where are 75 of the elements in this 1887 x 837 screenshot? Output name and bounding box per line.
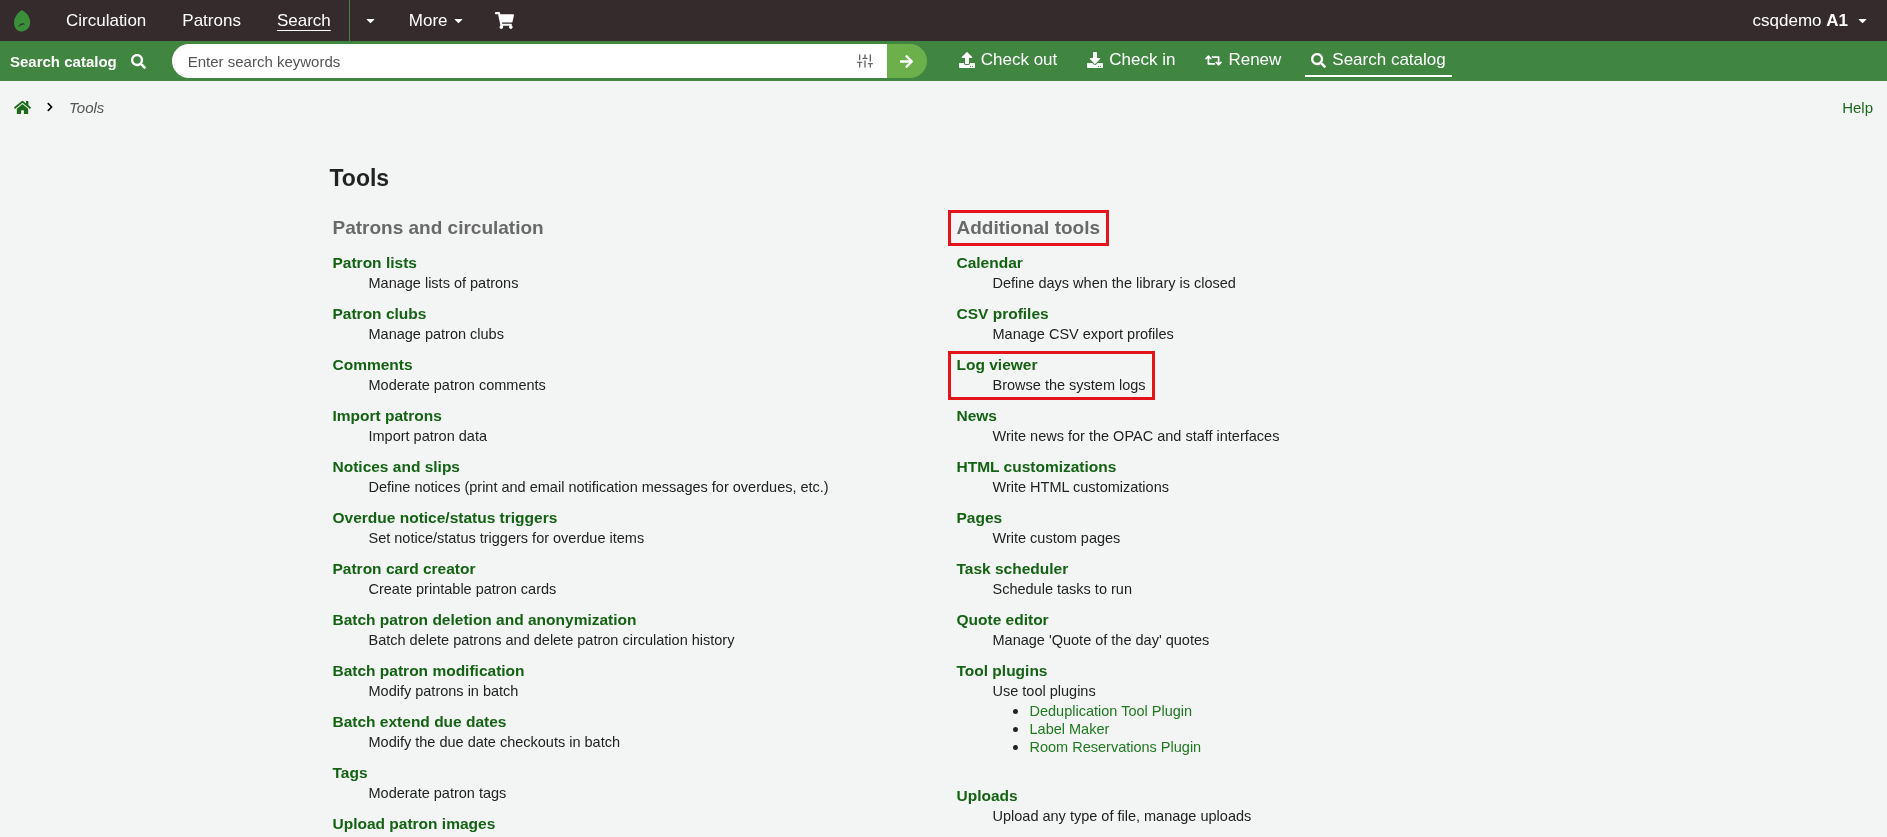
- tool-description: Import patron data: [367, 427, 487, 446]
- tool-description: Moderate patron comments: [367, 376, 546, 395]
- plugin-link[interactable]: Label Maker: [1029, 720, 1110, 738]
- tool-link[interactable]: Tool plugins: [956, 661, 1202, 681]
- tool-description: Browse the system logs: [991, 376, 1146, 395]
- download-icon: [1087, 52, 1104, 68]
- tool-description: Modify the due date checkouts in batch: [367, 733, 620, 752]
- tool-link[interactable]: Tags: [332, 763, 507, 783]
- tool-link[interactable]: Batch patron modification: [332, 661, 525, 681]
- tool-description: Upload any type of file, manage uploads: [991, 807, 1252, 826]
- quick-link[interactable]: Check in: [1081, 45, 1182, 77]
- tool-description: Use tool plugins: [991, 682, 1097, 701]
- tool-description: Batch delete patrons and delete patron circulation history: [367, 631, 735, 650]
- tool-description: Manage lists of patrons: [367, 274, 519, 293]
- tool-link[interactable]: CSV profiles: [956, 304, 1174, 324]
- tool-description: Moderate patron tags: [367, 784, 507, 803]
- search-icon: [130, 53, 146, 69]
- quick-link[interactable]: Renew: [1199, 45, 1288, 77]
- tool-link[interactable]: Batch extend due dates: [332, 712, 620, 732]
- plugin-link[interactable]: Room Reservations Plugin: [1029, 738, 1202, 756]
- breadcrumb-item: Tools: [69, 98, 105, 116]
- tool-link[interactable]: Patron clubs: [332, 304, 504, 324]
- user-menu[interactable]: csqdemo A1: [1746, 9, 1875, 32]
- search-field[interactable]: Enter search keywords: [171, 44, 887, 78]
- tool-link[interactable]: Uploads: [956, 786, 1252, 806]
- home-icon[interactable]: [14, 98, 31, 116]
- bullet-icon: [1012, 744, 1018, 750]
- arrow-icon: [899, 53, 915, 69]
- tool-link[interactable]: Import patrons: [332, 406, 487, 426]
- nav-link[interactable]: Search: [258, 0, 349, 41]
- quick-link[interactable]: Search catalog: [1305, 45, 1452, 77]
- tool-link[interactable]: Comments: [332, 355, 546, 375]
- quick-link[interactable]: Check out: [952, 45, 1064, 77]
- tool-link[interactable]: News: [956, 406, 1280, 426]
- tool-description: Write HTML customizations: [991, 478, 1169, 497]
- tool-link[interactable]: Pages: [956, 508, 1121, 528]
- tool-description: Set notice/status triggers for overdue items: [367, 529, 645, 548]
- tool-link[interactable]: Calendar: [956, 253, 1236, 273]
- nav-link[interactable]: Circulation: [48, 0, 165, 41]
- submit-button[interactable]: [886, 44, 927, 78]
- tool-description: Create printable patron cards: [367, 580, 557, 599]
- tool-description: Manage CSV export profiles: [991, 325, 1174, 344]
- tool-link[interactable]: Patron lists: [332, 253, 519, 273]
- section-heading: Patrons and circulation: [331, 216, 545, 240]
- tool-link[interactable]: Notices and slips: [332, 457, 829, 477]
- nav-link[interactable]: Patrons: [164, 0, 259, 41]
- section-heading: Additional tools: [947, 210, 1110, 246]
- tool-description: Manage 'Quote of the day' quotes: [991, 631, 1210, 650]
- tool-link[interactable]: Log viewer: [956, 355, 1146, 375]
- bullet-icon: [1012, 708, 1018, 714]
- tool-link[interactable]: Task scheduler: [956, 559, 1132, 579]
- help-link[interactable]: Help: [1842, 98, 1873, 116]
- tool-description: Define days when the library is closed: [991, 274, 1236, 293]
- tool-link[interactable]: HTML customizations: [956, 457, 1169, 477]
- page-title: Tools: [329, 165, 391, 192]
- tool-description: Schedule tasks to run: [991, 580, 1132, 599]
- bullet-icon: [1012, 726, 1018, 732]
- tool-link[interactable]: Batch patron deletion and anonymization: [332, 610, 735, 630]
- tool-description: Define notices (print and email notification messages for overdues, etc.): [367, 478, 829, 497]
- tool-link[interactable]: Patron card creator: [332, 559, 557, 579]
- tool-description: Write news for the OPAC and staff interfaces: [991, 427, 1280, 446]
- nav-link[interactable]: More: [390, 0, 483, 41]
- leaf-logo-icon[interactable]: [12, 8, 32, 33]
- search-icon: [1311, 52, 1327, 68]
- search-input[interactable]: Enter search keywords: [185, 51, 857, 71]
- tool-description: Modify patrons in batch: [367, 682, 520, 701]
- tool-description: Write custom pages: [991, 529, 1121, 548]
- tool-description: Manage patron clubs: [367, 325, 504, 344]
- tool-link[interactable]: Overdue notice/status triggers: [332, 508, 645, 528]
- sliders-icon[interactable]: [856, 53, 873, 69]
- upload-icon: [958, 52, 975, 68]
- chevron-icon: [45, 102, 55, 112]
- plugin-link[interactable]: Deduplication Tool Plugin: [1029, 702, 1193, 720]
- tool-link[interactable]: Quote editor: [956, 610, 1210, 630]
- tool-link[interactable]: Upload patron images: [332, 814, 496, 834]
